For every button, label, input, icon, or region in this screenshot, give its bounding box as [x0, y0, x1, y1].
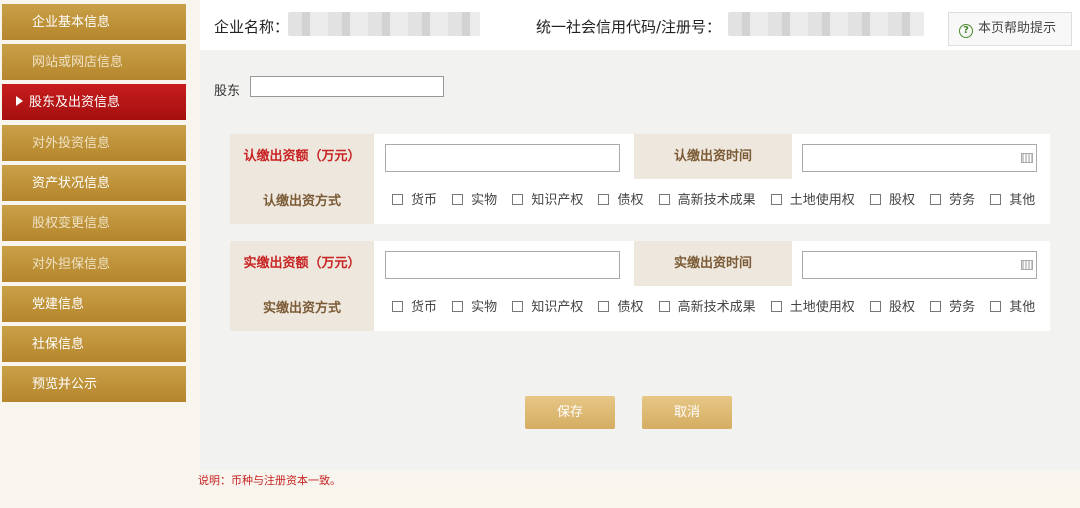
company-name-label: 企业名称：: [214, 18, 290, 36]
subscribed-method-option[interactable]: 实物: [452, 189, 497, 208]
checkbox[interactable]: [770, 301, 782, 312]
sidebar-item-label: 对外投资信息: [32, 136, 111, 151]
checkbox[interactable]: [658, 301, 670, 312]
sidebar-item-preview[interactable]: 预览并公示: [2, 366, 186, 404]
subscribed-method-option[interactable]: 货币: [392, 189, 437, 208]
sidebar-item-label: 网站或网店信息: [32, 55, 124, 70]
save-button[interactable]: 保存: [525, 396, 615, 429]
footer-strip: [200, 488, 1080, 508]
paid-amount-input[interactable]: [385, 251, 620, 279]
question-circle-icon: ?: [959, 24, 973, 38]
paid-method-option[interactable]: 债权: [598, 296, 643, 315]
subscribed-method-option[interactable]: 知识产权: [512, 189, 583, 208]
help-button-label: 本页帮助提示: [978, 21, 1057, 36]
paid-method-options: 货币 实物 知识产权 债权 高新技术成果 土地使用权 股权 劳务 其他: [392, 296, 1046, 315]
checkbox[interactable]: [770, 194, 782, 205]
sidebar-item-assets[interactable]: 资产状况信息: [2, 165, 186, 203]
header: 企业名称： 统一社会信用代码/注册号： ? 本页帮助提示: [200, 0, 1080, 50]
checkbox[interactable]: [452, 194, 464, 205]
sidebar-item-label: 企业基本信息: [32, 15, 111, 30]
paid-method-option[interactable]: 货币: [392, 296, 437, 315]
sidebar-item-investments[interactable]: 对外投资信息: [2, 125, 186, 163]
subscribed-amount-label: 认缴出资额（万元）: [230, 134, 374, 179]
paid-time-label: 实缴出资时间: [634, 241, 792, 286]
subscribed-method-option[interactable]: 债权: [598, 189, 643, 208]
paid-amount-label: 实缴出资额（万元）: [230, 241, 374, 286]
checkbox[interactable]: [512, 301, 524, 312]
help-button[interactable]: ? 本页帮助提示: [948, 12, 1072, 46]
calendar-icon[interactable]: [1021, 260, 1033, 270]
subscribed-time-input[interactable]: [802, 144, 1037, 172]
sidebar-item-label: 股东及出资信息: [29, 95, 121, 110]
shareholder-label: 股东: [214, 84, 241, 99]
sidebar-item-label: 党建信息: [32, 297, 85, 312]
paid-method-option[interactable]: 高新技术成果: [658, 296, 756, 315]
sidebar-item-shareholders[interactable]: 股东及出资信息: [2, 84, 186, 122]
checkbox[interactable]: [869, 301, 881, 312]
triangle-right-icon: [16, 96, 23, 106]
checkbox[interactable]: [512, 194, 524, 205]
subscribed-time-label: 认缴出资时间: [634, 134, 792, 179]
subscribed-method-option[interactable]: 土地使用权: [770, 189, 855, 208]
sidebar-item-label: 预览并公示: [32, 377, 98, 392]
subscribed-method-option[interactable]: 高新技术成果: [658, 189, 756, 208]
checkbox[interactable]: [598, 301, 610, 312]
paid-method-option[interactable]: 其他: [990, 296, 1035, 315]
company-name-redacted: [288, 12, 480, 36]
sidebar-item-basic-info[interactable]: 企业基本信息: [2, 4, 186, 42]
paid-contribution-table: 实缴出资额（万元） 实缴出资时间 实缴出资方式 货币 实物 知识产权 债权 高新…: [230, 241, 1050, 331]
checkbox[interactable]: [869, 194, 881, 205]
paid-method-option[interactable]: 股权: [869, 296, 915, 315]
subscribed-method-option[interactable]: 其他: [990, 189, 1035, 208]
subscribed-amount-input[interactable]: [385, 144, 620, 172]
checkbox[interactable]: [930, 194, 942, 205]
checkbox[interactable]: [658, 194, 670, 205]
subscribed-contribution-table: 认缴出资额（万元） 认缴出资时间 认缴出资方式 货币 实物 知识产权 债权 高新…: [230, 134, 1050, 224]
checkbox[interactable]: [990, 301, 1002, 312]
main-form: 股东 认缴出资额（万元） 认缴出资时间 认缴出资方式 货币 实物 知识产权 债权…: [200, 50, 1080, 470]
subscribed-method-label: 认缴出资方式: [230, 179, 374, 224]
paid-method-option[interactable]: 知识产权: [512, 296, 583, 315]
checkbox[interactable]: [392, 194, 403, 205]
checkbox[interactable]: [598, 194, 610, 205]
paid-time-input[interactable]: [802, 251, 1037, 279]
sidebar-item-guarantee[interactable]: 对外担保信息: [2, 246, 186, 284]
subscribed-method-option[interactable]: 股权: [869, 189, 915, 208]
sidebar-item-party[interactable]: 党建信息: [2, 286, 186, 324]
sidebar-item-website[interactable]: 网站或网店信息: [2, 44, 186, 82]
paid-method-label: 实缴出资方式: [230, 286, 374, 331]
checkbox[interactable]: [990, 194, 1002, 205]
calendar-icon[interactable]: [1021, 153, 1033, 163]
checkbox[interactable]: [392, 301, 403, 312]
sidebar-item-equity-change[interactable]: 股权变更信息: [2, 205, 186, 243]
sidebar-item-label: 对外担保信息: [32, 257, 111, 272]
checkbox[interactable]: [930, 301, 942, 312]
paid-method-option[interactable]: 实物: [452, 296, 497, 315]
currency-note: 说明：币种与注册资本一致。: [198, 474, 341, 487]
subscribed-method-option[interactable]: 劳务: [930, 189, 975, 208]
sidebar: 企业基本信息 网站或网店信息 股东及出资信息 对外投资信息 资产状况信息 股权变…: [0, 0, 186, 508]
sidebar-item-label: 社保信息: [32, 337, 85, 352]
credit-code-redacted: [728, 12, 924, 36]
sidebar-item-social-security[interactable]: 社保信息: [2, 326, 186, 364]
sidebar-item-label: 股权变更信息: [32, 216, 111, 231]
credit-code-label: 统一社会信用代码/注册号：: [536, 18, 722, 36]
paid-method-option[interactable]: 土地使用权: [770, 296, 855, 315]
checkbox[interactable]: [452, 301, 464, 312]
subscribed-method-options: 货币 实物 知识产权 债权 高新技术成果 土地使用权 股权 劳务 其他: [392, 189, 1046, 208]
shareholder-input[interactable]: [250, 76, 444, 97]
sidebar-item-label: 资产状况信息: [32, 176, 111, 191]
cancel-button[interactable]: 取消: [642, 396, 732, 429]
paid-method-option[interactable]: 劳务: [930, 296, 975, 315]
